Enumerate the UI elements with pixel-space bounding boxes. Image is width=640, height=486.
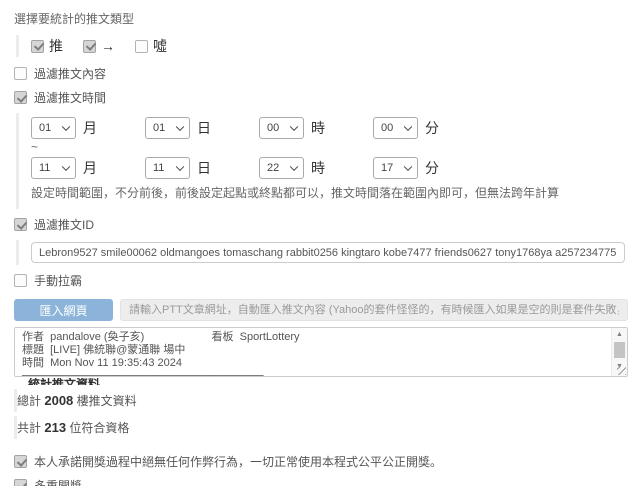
end-month-unit: 月 bbox=[83, 160, 97, 176]
start-day-unit: 日 bbox=[197, 120, 211, 136]
pledge-label: 本人承諾開獎過程中絕無任何作弊行為，一切正常使用本程式公平公正開獎。 bbox=[34, 455, 443, 469]
filter-time-row[interactable]: 過濾推文時間 bbox=[14, 89, 628, 106]
time-filter-block: 01 月 01 日 00 時 00 分 ~ 11 月 11 日 22 時 17 bbox=[16, 113, 628, 209]
pledge-checkbox[interactable] bbox=[14, 455, 27, 468]
id-filter-input[interactable] bbox=[31, 242, 625, 263]
filter-id-label: 過濾推文ID bbox=[34, 218, 95, 232]
end-month-select-wrap: 11 bbox=[31, 157, 76, 179]
filter-id-checkbox[interactable] bbox=[14, 218, 27, 231]
start-minute-select-wrap: 00 bbox=[373, 117, 418, 139]
multi-draw-row[interactable]: 多重開獎 bbox=[14, 477, 628, 486]
end-minute-unit: 分 bbox=[425, 160, 439, 176]
filter-id-row[interactable]: 過濾推文ID bbox=[14, 216, 628, 233]
filter-content-row[interactable]: 過濾推文內容 bbox=[14, 65, 628, 82]
start-minute-unit: 分 bbox=[425, 120, 439, 136]
pledge-row[interactable]: 本人承諾開獎過程中絕無任何作弊行為，一切正常使用本程式公平公正開獎。 bbox=[14, 453, 628, 470]
article-content-textarea[interactable]: 作者 pandalove (奐子亥) 看板 SportLottery 標題 [L… bbox=[14, 327, 628, 377]
end-minute-select-wrap: 17 bbox=[373, 157, 418, 179]
end-hour-unit: 時 bbox=[311, 160, 325, 176]
total-count: 2008 bbox=[44, 393, 74, 408]
time-range-tilde: ~ bbox=[31, 140, 39, 154]
ptt-lottery-tool-page: 選擇要統計的推文類型 推 → 噓 過濾推文內容 過濾推文時間 01 月 01 日 bbox=[0, 0, 640, 486]
import-webpage-button[interactable]: 匯入網頁 bbox=[14, 299, 113, 321]
qualified-prefix: 共計 bbox=[17, 421, 42, 435]
qualified-count: 213 bbox=[44, 420, 67, 435]
manual-slot-row[interactable]: 手動拉霸 bbox=[14, 272, 628, 289]
id-filter-block bbox=[16, 240, 628, 265]
multi-draw-checkbox[interactable] bbox=[14, 479, 27, 486]
resize-grip-icon[interactable] bbox=[617, 366, 626, 375]
time-start-row: 01 月 01 日 00 時 00 分 bbox=[31, 116, 628, 140]
time-end-row: 11 月 11 日 22 時 17 分 bbox=[31, 156, 628, 180]
push-label: 推 bbox=[49, 38, 63, 54]
boo-label: 噓 bbox=[153, 38, 167, 54]
filter-time-checkbox[interactable] bbox=[14, 91, 27, 104]
multi-draw-label: 多重開獎 bbox=[34, 479, 83, 486]
push-checkbox[interactable] bbox=[31, 39, 44, 53]
start-hour-select-wrap: 00 bbox=[259, 117, 304, 139]
clipped-text-line: 統計推文資料 bbox=[28, 378, 101, 385]
arrow-label: → bbox=[101, 38, 115, 54]
end-hour-select[interactable]: 22 bbox=[259, 157, 304, 179]
start-month-select[interactable]: 01 bbox=[31, 117, 76, 139]
import-row: 匯入網頁 bbox=[14, 299, 628, 321]
time-filter-note: 設定時間範圍，不分前後，前後設定起點或終點都可以，推文時間落在範圍內即可，但無法… bbox=[31, 186, 560, 200]
start-hour-unit: 時 bbox=[311, 120, 325, 136]
total-floors-stat: 總計 2008 樓推文資料 bbox=[14, 389, 628, 412]
start-month-unit: 月 bbox=[83, 120, 97, 136]
end-hour-select-wrap: 22 bbox=[259, 157, 304, 179]
end-day-unit: 日 bbox=[197, 160, 211, 176]
end-minute-select[interactable]: 17 bbox=[373, 157, 418, 179]
filter-time-label: 過濾推文時間 bbox=[34, 91, 107, 105]
arrow-checkbox[interactable] bbox=[83, 39, 96, 53]
article-content-wrap: 作者 pandalove (奐子亥) 看板 SportLottery 標題 [L… bbox=[14, 327, 628, 377]
total-suffix: 樓推文資料 bbox=[76, 394, 137, 408]
push-type-title: 選擇要統計的推文類型 bbox=[14, 12, 135, 26]
push-type-arrow[interactable]: → bbox=[83, 38, 115, 54]
scrollbar-thumb[interactable] bbox=[614, 342, 625, 358]
scroll-up-icon[interactable]: ▲ bbox=[612, 328, 627, 341]
qualified-suffix: 位符合資格 bbox=[69, 421, 130, 435]
qualified-stat: 共計 213 位符合資格 bbox=[14, 416, 628, 439]
start-day-select[interactable]: 01 bbox=[145, 117, 190, 139]
end-month-select[interactable]: 11 bbox=[31, 157, 76, 179]
end-day-select[interactable]: 11 bbox=[145, 157, 190, 179]
filter-content-label: 過濾推文內容 bbox=[34, 67, 107, 81]
boo-checkbox[interactable] bbox=[135, 39, 148, 53]
manual-slot-checkbox[interactable] bbox=[14, 274, 27, 287]
start-hour-select[interactable]: 00 bbox=[259, 117, 304, 139]
total-prefix: 總計 bbox=[17, 394, 42, 408]
start-month-select-wrap: 01 bbox=[31, 117, 76, 139]
start-minute-select[interactable]: 00 bbox=[373, 117, 418, 139]
push-type-boo[interactable]: 噓 bbox=[135, 36, 167, 56]
start-day-select-wrap: 01 bbox=[145, 117, 190, 139]
push-type-push[interactable]: 推 bbox=[31, 36, 63, 56]
push-type-options: 推 → 噓 bbox=[16, 35, 628, 57]
article-url-input[interactable] bbox=[120, 299, 628, 321]
filter-content-checkbox[interactable] bbox=[14, 67, 27, 80]
end-day-select-wrap: 11 bbox=[145, 157, 190, 179]
manual-slot-label: 手動拉霸 bbox=[34, 274, 83, 288]
